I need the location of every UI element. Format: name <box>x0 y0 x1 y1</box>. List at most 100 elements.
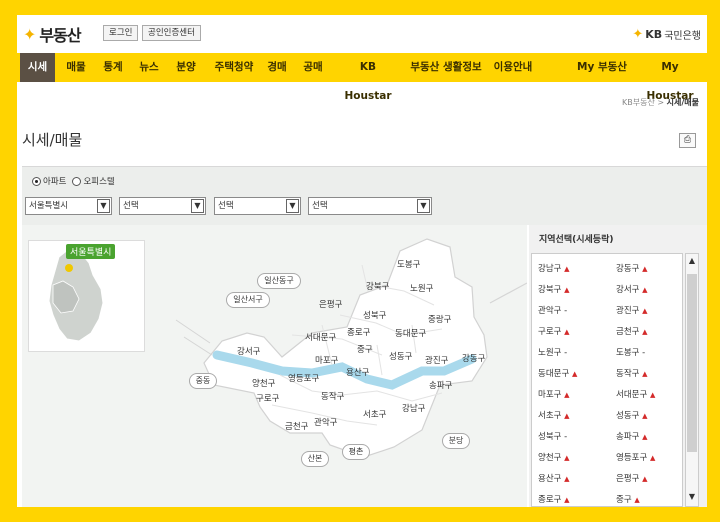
print-icon[interactable]: ⎙ <box>679 133 696 148</box>
district-eunpyeong[interactable]: 은평구 <box>319 298 342 310</box>
nav-price[interactable]: 시세 <box>20 53 55 82</box>
region-item[interactable]: 중구 ▲ <box>616 493 640 505</box>
select-dong[interactable]: 선택 ▼ <box>214 197 301 215</box>
region-item[interactable]: 용산구 ▲ <box>538 472 570 484</box>
area-jungdong[interactable]: 중동 <box>189 373 217 389</box>
nav-public-auction[interactable]: 공매 <box>299 53 327 82</box>
chevron-down-icon[interactable]: ▼ <box>687 492 697 501</box>
district-gwanak[interactable]: 관악구 <box>314 416 337 428</box>
region-item[interactable]: 은평구 ▲ <box>616 472 648 484</box>
radio-label: 오피스텔 <box>83 177 115 187</box>
nav-news[interactable]: 뉴스 <box>135 53 163 82</box>
district-yangcheon[interactable]: 양천구 <box>252 377 275 389</box>
district-yeongdeungpo[interactable]: 영등포구 <box>288 372 319 384</box>
nav-life-info[interactable]: 부동산 생활정보 <box>410 53 482 82</box>
region-item[interactable]: 강남구 ▲ <box>538 262 570 274</box>
area-ilsan-seo[interactable]: 일산서구 <box>226 292 270 308</box>
login-button[interactable]: 로그인 <box>103 25 139 41</box>
nav-listings[interactable]: 매물 <box>62 53 90 82</box>
district-geumcheon[interactable]: 금천구 <box>285 420 308 432</box>
region-item[interactable]: 서초구 ▲ <box>538 409 570 421</box>
chevron-up-icon[interactable]: ▲ <box>687 256 697 265</box>
kb-bank-logo[interactable]: ✦ KB 국민은행 <box>632 27 701 42</box>
radio-apartment[interactable]: 아파트 <box>32 175 66 187</box>
nav-kb-houstar[interactable]: KB Houstar <box>335 53 401 102</box>
region-name: 노원구 <box>538 348 562 358</box>
district-guro[interactable]: 구로구 <box>256 392 279 404</box>
area-sanbon[interactable]: 산본 <box>301 451 329 467</box>
region-item[interactable]: 서대문구 ▲ <box>616 388 655 400</box>
district-seocho[interactable]: 서초구 <box>363 408 386 420</box>
panel-title: 지역선택(시세등락) <box>539 235 614 245</box>
trend-flat-icon: - <box>564 432 568 442</box>
district-seongdong[interactable]: 성동구 <box>389 350 412 362</box>
region-item[interactable]: 노원구 - <box>538 346 567 358</box>
region-name: 성북구 <box>538 432 562 442</box>
trend-up-icon: ▲ <box>642 307 648 315</box>
region-item[interactable]: 양천구 ▲ <box>538 451 570 463</box>
district-seodaemun[interactable]: 서대문구 <box>305 331 336 343</box>
nav-presale[interactable]: 분양 <box>172 53 200 82</box>
district-jongno[interactable]: 종로구 <box>347 326 370 338</box>
select-complex[interactable]: 선택 ▼ <box>308 197 432 215</box>
region-name: 양천구 <box>538 453 562 463</box>
nav-subscription[interactable]: 주택청약 <box>208 53 260 82</box>
district-jung[interactable]: 중구 <box>357 343 373 355</box>
chevron-down-icon: ▼ <box>417 199 430 213</box>
district-dongdaemun[interactable]: 동대문구 <box>395 327 426 339</box>
district-dobong[interactable]: 도봉구 <box>397 258 420 270</box>
district-jungnang[interactable]: 중랑구 <box>428 313 451 325</box>
district-gangdong[interactable]: 강동구 <box>462 352 485 364</box>
region-item[interactable]: 강서구 ▲ <box>616 283 648 295</box>
radio-officetel[interactable]: 오피스텔 <box>72 175 115 187</box>
breadcrumb-home[interactable]: KB부동산 <box>622 98 655 107</box>
district-nowon[interactable]: 노원구 <box>410 282 433 294</box>
area-ilsan-dong[interactable]: 일산동구 <box>257 273 301 289</box>
region-item[interactable]: 광진구 ▲ <box>616 304 648 316</box>
district-gangbuk[interactable]: 강북구 <box>366 280 389 292</box>
region-item[interactable]: 종로구 ▲ <box>538 493 570 505</box>
region-item[interactable]: 마포구 ▲ <box>538 388 570 400</box>
trend-up-icon: ▲ <box>642 475 648 483</box>
district-seongbuk[interactable]: 성북구 <box>363 309 386 321</box>
select-value: 선택 <box>218 201 234 211</box>
trend-up-icon: ▲ <box>564 286 570 294</box>
area-pyeongchon[interactable]: 평촌 <box>342 444 370 460</box>
region-item[interactable]: 구로구 ▲ <box>538 325 570 337</box>
kb-bank-name: 국민은행 <box>664 31 701 42</box>
region-list-scrollbar[interactable]: ▲ ▼ <box>685 253 699 507</box>
region-item[interactable]: 금천구 ▲ <box>616 325 648 337</box>
korea-inset-map[interactable]: 서울특별시 <box>28 240 145 352</box>
region-item[interactable]: 강북구 ▲ <box>538 283 570 295</box>
district-gangseo[interactable]: 강서구 <box>237 345 260 357</box>
inset-label: 서울특별시 <box>66 244 116 259</box>
nav-stats[interactable]: 통계 <box>99 53 127 82</box>
district-dongjak[interactable]: 동작구 <box>321 390 344 402</box>
region-item[interactable]: 성동구 ▲ <box>616 409 648 421</box>
region-item[interactable]: 성북구 - <box>538 430 567 442</box>
scroll-thumb[interactable] <box>687 274 697 452</box>
kb-realestate-logo[interactable]: ✦ 부동산 <box>23 22 82 46</box>
select-city[interactable]: 서울특별시 ▼ <box>25 197 112 215</box>
region-item[interactable]: 영등포구 ▲ <box>616 451 655 463</box>
region-item[interactable]: 송파구 ▲ <box>616 430 648 442</box>
district-gangnam[interactable]: 강남구 <box>402 402 425 414</box>
trend-up-icon: ▲ <box>649 391 656 399</box>
region-item[interactable]: 동대문구 ▲ <box>538 367 577 379</box>
nav-my-realestate[interactable]: My 부동산 <box>576 53 628 82</box>
nav-auction[interactable]: 경매 <box>263 53 291 82</box>
district-gwangjin[interactable]: 광진구 <box>425 354 448 366</box>
logo-text: 부동산 <box>39 26 81 45</box>
region-item[interactable]: 강동구 ▲ <box>616 262 648 274</box>
region-item[interactable]: 관악구 - <box>538 304 567 316</box>
region-item[interactable]: 도봉구 - <box>616 346 645 358</box>
district-songpa[interactable]: 송파구 <box>429 379 452 391</box>
cert-center-button[interactable]: 공인인증센터 <box>142 25 201 41</box>
nav-my-houstar[interactable]: My Houstar <box>639 53 701 102</box>
region-item[interactable]: 동작구 ▲ <box>616 367 648 379</box>
nav-guide[interactable]: 이용안내 <box>489 53 537 82</box>
district-yongsan[interactable]: 용산구 <box>346 366 369 378</box>
district-mapo[interactable]: 마포구 <box>315 354 338 366</box>
area-bundang[interactable]: 분당 <box>442 433 470 449</box>
select-district[interactable]: 선택 ▼ <box>119 197 206 215</box>
